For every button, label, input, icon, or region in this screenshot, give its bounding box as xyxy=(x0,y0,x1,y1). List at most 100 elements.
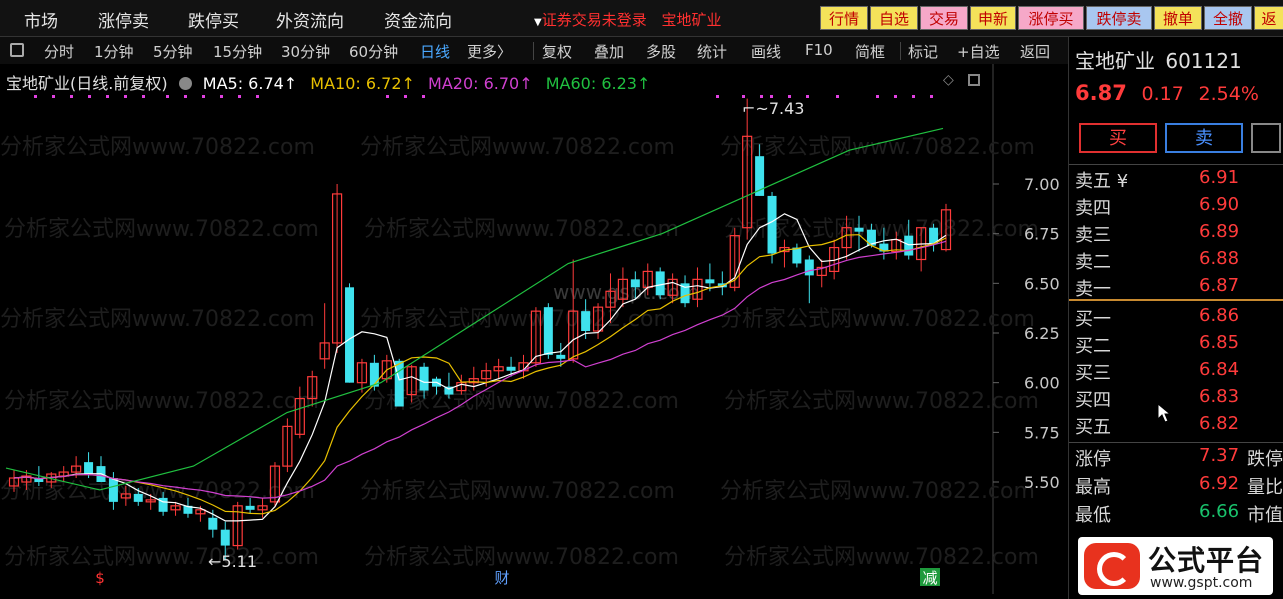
window-icon[interactable] xyxy=(968,74,980,86)
toolbar-item-8[interactable]: 复权 xyxy=(542,41,572,62)
menu-capital-flow[interactable]: 资金流向 xyxy=(384,7,452,32)
candle-body-down[interactable] xyxy=(245,505,255,510)
watermark-text: 分析家公式网www.70822.com xyxy=(0,307,315,332)
signal-dot xyxy=(202,95,205,98)
event-marker-1[interactable]: 财 xyxy=(494,569,509,587)
candle-body-down[interactable] xyxy=(208,517,218,530)
event-marker-0[interactable]: $ xyxy=(95,569,105,587)
stat-extra-label: 跌停 xyxy=(1247,449,1283,470)
signal-dot xyxy=(256,95,259,98)
top-button-6[interactable]: 撤单 xyxy=(1154,6,1202,30)
candle-body-down[interactable] xyxy=(220,529,230,546)
sell-button[interactable]: 卖 xyxy=(1165,123,1243,153)
buy-level-price[interactable]: 6.84 xyxy=(1199,359,1239,380)
buy-button[interactable]: 买 xyxy=(1079,123,1157,153)
toolbar-separator xyxy=(900,42,901,60)
low-price-label: ←5.11 xyxy=(208,552,257,571)
candle-body-down[interactable] xyxy=(133,493,143,502)
top-button-7[interactable]: 全撤 xyxy=(1204,6,1252,30)
watermark-text: 分析家公式网www.70822.com xyxy=(724,545,1039,570)
buy-level-price[interactable]: 6.83 xyxy=(1199,386,1239,407)
settings-circle-icon[interactable] xyxy=(178,77,192,90)
candle-body-down[interactable] xyxy=(854,227,864,232)
toolbar-item-7[interactable]: 更多〉 xyxy=(467,41,512,62)
candle-body-down[interactable] xyxy=(556,354,566,359)
toolbar-item-9[interactable]: 叠加 xyxy=(594,41,624,62)
top-button-5[interactable]: 跌停卖 xyxy=(1086,6,1152,30)
candle-body-down[interactable] xyxy=(506,366,516,371)
candle-body-down[interactable] xyxy=(655,271,665,296)
toolbar-item-16[interactable]: +自选 xyxy=(957,41,1000,62)
price-tick-label: 7.00 xyxy=(1024,175,1060,194)
candle-body-down[interactable] xyxy=(419,366,429,391)
sell-level-price[interactable]: 6.87 xyxy=(1199,275,1239,296)
candle-body-down[interactable] xyxy=(705,279,715,284)
toolbar-item-1[interactable]: 1分钟 xyxy=(94,41,134,62)
toolbar-item-12[interactable]: 画线 xyxy=(751,41,781,62)
login-notice[interactable]: ▼证券交易未登录 宝地矿业 xyxy=(534,9,722,30)
sell-level-label: 卖四 xyxy=(1075,198,1111,219)
candle-body-down[interactable] xyxy=(581,311,591,332)
orderbook-divider-mid xyxy=(1069,299,1283,301)
candle-body-down[interactable] xyxy=(369,362,379,387)
toolbar-item-6[interactable]: 日线 xyxy=(420,41,450,62)
extra-button[interactable] xyxy=(1251,123,1281,153)
candle-body-down[interactable] xyxy=(904,235,914,256)
ma60-label: MA60: 6.23↑ xyxy=(545,74,651,93)
sell-level-label: 卖三 xyxy=(1075,225,1111,246)
watermark-text: 分析家公式网www.70822.com xyxy=(4,217,319,242)
stat-value: 6.92 xyxy=(1199,473,1240,494)
toolbar-item-15[interactable]: 标记 xyxy=(908,41,938,62)
event-marker-2[interactable]: 减 xyxy=(922,569,937,587)
candle-body-down[interactable] xyxy=(804,259,814,276)
sell-level-label: 卖五 ¥ xyxy=(1075,171,1129,192)
watermark-text: 分析家公式网www.70822.com xyxy=(0,135,315,160)
menu-market[interactable]: 市场 xyxy=(24,7,58,32)
buy-level-label: 买一 xyxy=(1075,309,1111,330)
toolbar-item-5[interactable]: 60分钟 xyxy=(349,41,398,62)
toolbar-item-4[interactable]: 30分钟 xyxy=(281,41,330,62)
buy-level-price[interactable]: 6.82 xyxy=(1199,413,1239,434)
candle-body-down[interactable] xyxy=(543,307,553,355)
sell-level-price[interactable]: 6.88 xyxy=(1199,248,1239,269)
candle-body-down[interactable] xyxy=(345,287,355,383)
menu-limit-up-sell[interactable]: 涨停卖 xyxy=(98,7,149,32)
diamond-icon[interactable]: ◇ xyxy=(943,72,954,88)
signal-dot xyxy=(106,95,109,98)
menu-limit-down-buy[interactable]: 跌停买 xyxy=(188,7,239,32)
price-tick-label: 6.75 xyxy=(1024,225,1060,244)
top-button-8[interactable]: 返 xyxy=(1254,6,1283,30)
toolbar-item-0[interactable]: 分时 xyxy=(44,41,74,62)
top-button-3[interactable]: 申新 xyxy=(970,6,1016,30)
candle-body-down[interactable] xyxy=(108,478,118,502)
sell-level-price[interactable]: 6.90 xyxy=(1199,194,1239,215)
buy-level-price[interactable]: 6.85 xyxy=(1199,332,1239,353)
signal-dot xyxy=(142,95,145,98)
toolbar-item-14[interactable]: 简框 xyxy=(855,41,885,62)
toolbar-item-2[interactable]: 5分钟 xyxy=(153,41,193,62)
signal-dot xyxy=(404,95,407,98)
buy-level-price[interactable]: 6.86 xyxy=(1199,305,1239,326)
signal-dot xyxy=(220,95,223,98)
indicator-bar: 宝地矿业(日线.前复权) MA5: 6.74↑ MA10: 6.72↑ MA20… xyxy=(6,70,650,94)
candle-body-down[interactable] xyxy=(84,462,94,475)
top-button-0[interactable]: 行情 xyxy=(820,6,868,30)
top-button-2[interactable]: 交易 xyxy=(920,6,968,30)
candle-body-down[interactable] xyxy=(792,247,802,264)
toolbar-item-11[interactable]: 统计 xyxy=(697,41,727,62)
kline-chart[interactable]: 分析家公式网www.70822.com 分析家公式网www.70822.com 分析… xyxy=(0,64,1068,594)
toolbar-item-17[interactable]: 返回 xyxy=(1020,41,1050,62)
candle-body-down[interactable] xyxy=(767,195,777,254)
toolbar-item-13[interactable]: F10 xyxy=(805,41,833,59)
kline-chart-svg[interactable]: 分析家公式网www.70822.com 分析家公式网www.70822.com 分析… xyxy=(0,64,1068,594)
top-button-4[interactable]: 涨停买 xyxy=(1018,6,1084,30)
sell-level-price[interactable]: 6.89 xyxy=(1199,221,1239,242)
grid-icon[interactable] xyxy=(10,43,24,57)
top-button-1[interactable]: 自选 xyxy=(870,6,918,30)
toolbar-item-3[interactable]: 15分钟 xyxy=(213,41,262,62)
menu-foreign-flow[interactable]: 外资流向 xyxy=(276,7,344,32)
stock-title: 宝地矿业 601121 xyxy=(1075,45,1242,74)
toolbar-item-10[interactable]: 多股 xyxy=(646,41,676,62)
candle-body-down[interactable] xyxy=(630,279,640,288)
sell-level-price[interactable]: 6.91 xyxy=(1199,167,1239,188)
